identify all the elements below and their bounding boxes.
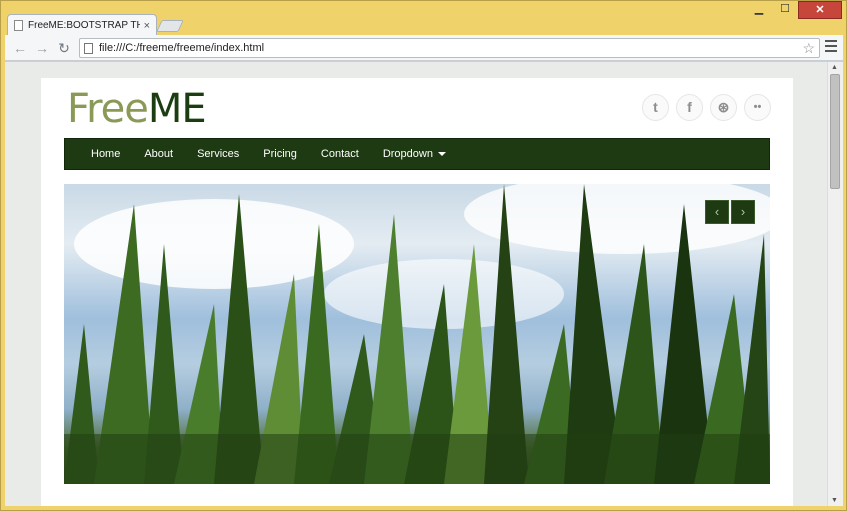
nav-dropdown[interactable]: Dropdown (383, 148, 446, 160)
browser-window: FreeME:BOOTSTRAP THE × ▁ ☐ ✕ ← → ↻ file:… (0, 0, 847, 511)
scroll-down-icon[interactable]: ▼ (831, 497, 838, 504)
tab-title: FreeME:BOOTSTRAP THE (28, 20, 140, 31)
grass-slide-image (64, 184, 770, 484)
slider-prev-button[interactable]: ‹ (705, 200, 729, 224)
logo-me: ME (147, 86, 207, 132)
new-tab-button[interactable] (156, 20, 184, 32)
caret-down-icon (437, 152, 446, 157)
flickr-icon[interactable]: •• (744, 94, 771, 121)
twitter-icon[interactable]: t (642, 94, 669, 121)
maximize-button[interactable]: ☐ (772, 1, 798, 19)
window-controls: ▁ ☐ ✕ (746, 1, 842, 19)
tab-close-icon[interactable]: × (144, 20, 150, 32)
reload-icon[interactable]: ↻ (55, 39, 73, 57)
scroll-up-icon[interactable]: ▲ (831, 64, 838, 71)
facebook-icon[interactable]: f (676, 94, 703, 121)
page-icon (14, 20, 23, 31)
nav-pricing[interactable]: Pricing (263, 148, 297, 160)
browser-tab[interactable]: FreeME:BOOTSTRAP THE × (7, 14, 157, 36)
address-bar[interactable]: file:///C:/freeme/freeme/index.html ☆ (79, 38, 820, 58)
main-navbar: Home About Services Pricing Contact Drop… (64, 138, 770, 170)
browser-toolbar: ← → ↻ file:///C:/freeme/freeme/index.htm… (5, 35, 843, 61)
nav-contact[interactable]: Contact (321, 148, 359, 160)
minimize-button[interactable]: ▁ (746, 1, 772, 19)
logo-free: Free (67, 86, 149, 132)
dribbble-icon[interactable]: ⊛ (710, 94, 737, 121)
back-arrow-icon[interactable]: ← (11, 39, 29, 57)
browser-menu-icon[interactable] (825, 40, 837, 54)
page-container: FreeME t f ⊛ •• Home About Services Pric… (41, 78, 793, 506)
social-links: t f ⊛ •• (642, 94, 771, 121)
scrollbar-thumb[interactable] (830, 74, 840, 189)
url-text: file:///C:/freeme/freeme/index.html (99, 42, 265, 54)
nav-dropdown-label: Dropdown (382, 148, 433, 160)
vertical-scrollbar[interactable]: ▲ ▼ (827, 62, 843, 506)
page-viewport: FreeME t f ⊛ •• Home About Services Pric… (5, 62, 827, 506)
bookmark-star-icon[interactable]: ☆ (802, 39, 815, 57)
nav-about[interactable]: About (144, 148, 173, 160)
document-icon (84, 42, 93, 54)
nav-home[interactable]: Home (91, 148, 120, 160)
site-logo[interactable]: FreeME (67, 86, 207, 132)
title-bar: FreeME:BOOTSTRAP THE × ▁ ☐ ✕ (1, 1, 846, 36)
close-window-button[interactable]: ✕ (798, 1, 842, 19)
forward-arrow-icon[interactable]: → (33, 39, 51, 57)
hero-slider: ‹ › (64, 184, 770, 484)
nav-services[interactable]: Services (197, 148, 239, 160)
slider-next-button[interactable]: › (731, 200, 755, 224)
